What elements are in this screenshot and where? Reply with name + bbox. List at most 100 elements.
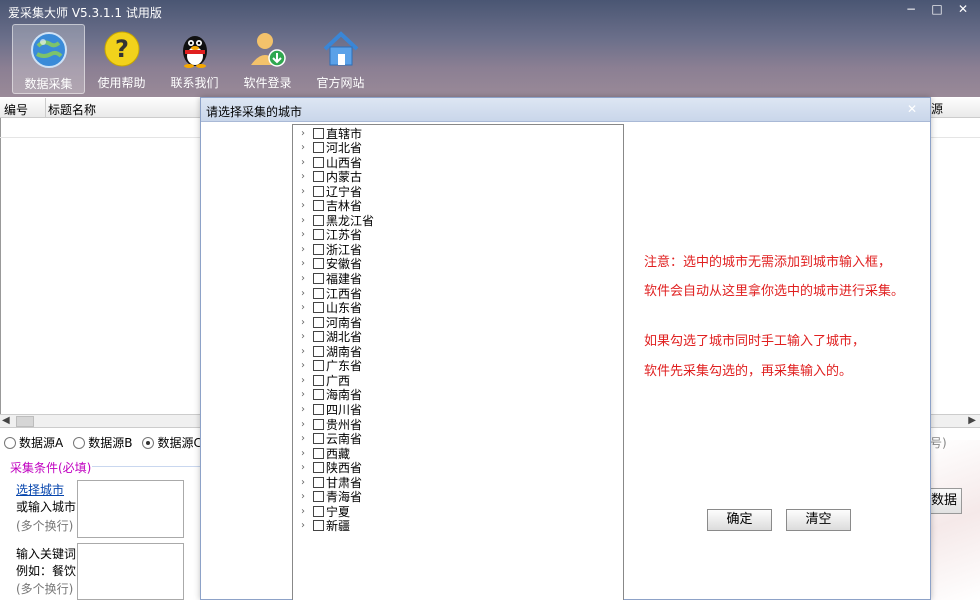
expand-arrow-icon[interactable]: › [301, 375, 313, 386]
scroll-thumb[interactable] [16, 416, 34, 427]
tree-item[interactable]: › 辽宁省 [301, 184, 362, 199]
tree-item[interactable]: › 江西省 [301, 286, 362, 301]
expand-arrow-icon[interactable]: › [301, 288, 313, 299]
checkbox[interactable] [313, 185, 324, 197]
checkbox[interactable] [313, 258, 324, 270]
expand-arrow-icon[interactable]: › [301, 404, 313, 415]
expand-arrow-icon[interactable]: › [301, 506, 313, 517]
tree-item[interactable]: › 浙江省 [301, 242, 362, 257]
checkbox[interactable] [313, 331, 324, 343]
clear-button[interactable]: 清空 [786, 509, 851, 531]
checkbox[interactable] [313, 360, 324, 372]
toolbar-website[interactable]: 官方网站 [304, 24, 377, 94]
select-city-link[interactable]: 选择城市 [16, 481, 64, 498]
toolbar-help[interactable]: ? 使用帮助 [85, 24, 158, 94]
tree-item[interactable]: › 湖南省 [301, 344, 362, 359]
tree-item[interactable]: › 福建省 [301, 272, 362, 286]
maximize-button[interactable]: □ [924, 0, 950, 20]
toolbar-login[interactable]: 软件登录 [231, 24, 304, 94]
toolbar-data-collect[interactable]: 数据采集 [12, 24, 85, 94]
expand-arrow-icon[interactable]: › [301, 128, 313, 139]
expand-arrow-icon[interactable]: › [301, 200, 313, 211]
close-button[interactable]: ✕ [950, 0, 976, 20]
toolbar-contact[interactable]: 联系我们 [158, 24, 231, 94]
dialog-close-icon[interactable]: ✕ [904, 101, 920, 117]
expand-arrow-icon[interactable]: › [301, 360, 313, 371]
checkbox[interactable] [313, 447, 324, 459]
expand-arrow-icon[interactable]: › [301, 244, 313, 255]
checkbox[interactable] [313, 142, 324, 154]
tree-item[interactable]: › 海南省 [301, 388, 362, 402]
checkbox[interactable] [313, 520, 324, 532]
tree-item[interactable]: › 黑龙江省 [301, 213, 374, 228]
expand-arrow-icon[interactable]: › [301, 462, 313, 473]
scroll-right-icon[interactable]: ▶ [968, 415, 976, 426]
expand-arrow-icon[interactable]: › [301, 389, 313, 400]
checkbox[interactable] [313, 200, 324, 212]
expand-arrow-icon[interactable]: › [301, 477, 313, 488]
checkbox[interactable] [313, 374, 324, 386]
checkbox[interactable] [313, 403, 324, 415]
expand-arrow-icon[interactable]: › [301, 491, 313, 502]
expand-arrow-icon[interactable]: › [301, 433, 313, 444]
expand-arrow-icon[interactable]: › [301, 419, 313, 430]
checkbox[interactable] [313, 418, 324, 430]
tree-item[interactable]: › 广东省 [301, 359, 362, 373]
checkbox[interactable] [313, 491, 324, 503]
tree-item[interactable]: › 西藏 [301, 446, 350, 461]
checkbox[interactable] [313, 505, 324, 517]
checkbox[interactable] [313, 214, 324, 226]
expand-arrow-icon[interactable]: › [301, 448, 313, 459]
tree-item[interactable]: › 河北省 [301, 141, 362, 155]
tree-item[interactable]: › 内蒙古 [301, 170, 362, 184]
checkbox[interactable] [313, 389, 324, 401]
checkbox[interactable] [313, 171, 324, 183]
checkbox[interactable] [313, 316, 324, 328]
expand-arrow-icon[interactable]: › [301, 273, 313, 284]
expand-arrow-icon[interactable]: › [301, 317, 313, 328]
radio-source-c[interactable]: 数据源C [142, 434, 202, 451]
ok-button[interactable]: 确定 [707, 509, 772, 531]
keyword-textarea[interactable] [77, 543, 184, 600]
expand-arrow-icon[interactable]: › [301, 258, 313, 269]
tree-item[interactable]: › 新疆 [301, 519, 350, 533]
minimize-button[interactable]: − [898, 0, 924, 20]
checkbox[interactable] [313, 462, 324, 474]
province-tree[interactable]: › 直辖市 › 河北省 › 山西省 › 内蒙古 › 辽宁省 › 吉林省 › 黑龙江省 › 江苏省 › 浙江省 › 安徽… [292, 124, 624, 600]
checkbox[interactable] [313, 302, 324, 314]
expand-arrow-icon[interactable]: › [301, 186, 313, 197]
col-id-header[interactable]: 编号 [4, 101, 28, 118]
radio-source-a[interactable]: 数据源A [4, 434, 63, 451]
tree-item[interactable]: › 广西 [301, 373, 350, 388]
checkbox[interactable] [313, 476, 324, 488]
checkbox[interactable] [313, 156, 324, 168]
tree-item[interactable]: › 陕西省 [301, 461, 362, 475]
tree-item[interactable]: › 吉林省 [301, 199, 362, 213]
expand-arrow-icon[interactable]: › [301, 157, 313, 168]
tree-item[interactable]: › 直辖市 [301, 126, 362, 141]
scroll-left-icon[interactable]: ◀ [2, 415, 10, 426]
expand-arrow-icon[interactable]: › [301, 229, 313, 240]
tree-item[interactable]: › 安徽省 [301, 257, 362, 271]
tree-item[interactable]: › 青海省 [301, 490, 362, 504]
expand-arrow-icon[interactable]: › [301, 142, 313, 153]
checkbox[interactable] [313, 243, 324, 255]
tree-item[interactable]: › 甘肃省 [301, 475, 362, 490]
expand-arrow-icon[interactable]: › [301, 346, 313, 357]
checkbox[interactable] [313, 287, 324, 299]
city-textarea[interactable] [77, 480, 184, 538]
tree-item[interactable]: › 山东省 [301, 301, 362, 315]
expand-arrow-icon[interactable]: › [301, 520, 313, 531]
expand-arrow-icon[interactable]: › [301, 215, 313, 226]
tree-item[interactable]: › 云南省 [301, 432, 362, 446]
expand-arrow-icon[interactable]: › [301, 331, 313, 342]
checkbox[interactable] [313, 273, 324, 284]
tree-item[interactable]: › 四川省 [301, 402, 362, 417]
tree-item[interactable]: › 江苏省 [301, 228, 362, 242]
col-title-header[interactable]: 标题名称 [48, 101, 96, 118]
tree-item[interactable]: › 贵州省 [301, 417, 362, 432]
tree-item[interactable]: › 湖北省 [301, 330, 362, 344]
checkbox[interactable] [313, 345, 324, 357]
data-button-fragment[interactable]: 数据 [928, 488, 962, 514]
checkbox[interactable] [313, 433, 324, 445]
